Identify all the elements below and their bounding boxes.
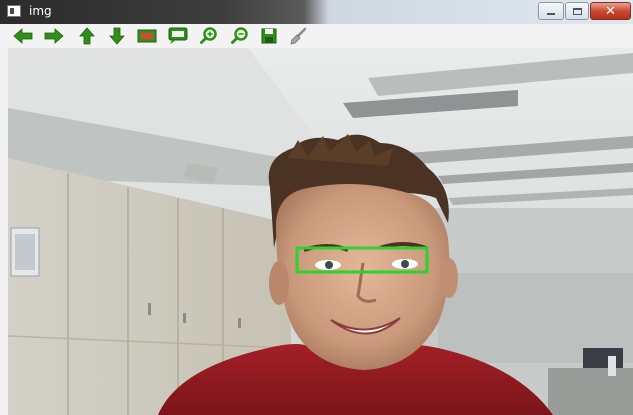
pan-up-icon	[79, 27, 95, 45]
zoom-to-pixel-button[interactable]	[168, 26, 188, 46]
zoom-to-fit-icon	[137, 29, 157, 43]
window-border	[0, 48, 8, 415]
pan-left-icon	[13, 28, 33, 44]
zoom-to-pixel-icon	[168, 27, 188, 44]
zoom-out-icon	[231, 27, 248, 44]
save-icon	[261, 28, 277, 44]
zoom-to-fit-button[interactable]	[137, 26, 157, 46]
window-title: img	[29, 4, 52, 18]
image-canvas[interactable]	[8, 48, 633, 415]
minimize-button[interactable]	[538, 2, 564, 20]
close-button[interactable]: ✕	[590, 2, 631, 20]
pan-down-button[interactable]	[107, 26, 127, 46]
zoom-in-button[interactable]	[199, 26, 219, 46]
maximize-icon	[572, 7, 582, 15]
properties-button[interactable]	[289, 26, 309, 46]
title-bar[interactable]: img ✕	[0, 0, 633, 24]
properties-icon	[290, 27, 307, 45]
toolbar	[0, 24, 633, 49]
maximize-button[interactable]	[565, 2, 589, 20]
pan-up-button[interactable]	[77, 26, 97, 46]
pan-right-icon	[44, 28, 64, 44]
close-icon: ✕	[605, 3, 616, 19]
pan-left-button[interactable]	[13, 26, 33, 46]
image-window: img ✕	[0, 0, 633, 415]
pan-right-button[interactable]	[44, 26, 64, 46]
minimize-icon	[547, 13, 555, 15]
zoom-out-button[interactable]	[230, 26, 250, 46]
pan-down-icon	[109, 27, 125, 45]
window-app-icon	[7, 5, 21, 17]
zoom-in-icon	[200, 27, 217, 44]
webcam-photo	[8, 48, 633, 415]
save-button[interactable]	[259, 26, 279, 46]
